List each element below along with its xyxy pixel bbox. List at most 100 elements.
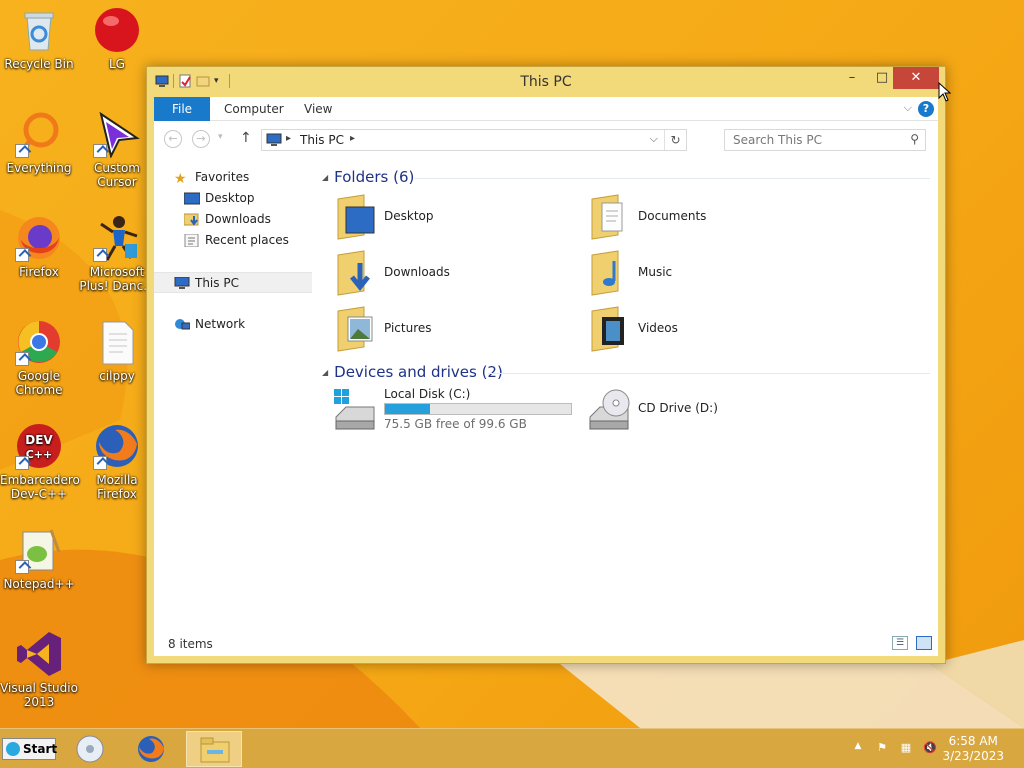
desktop-icon: [184, 192, 200, 205]
mouse-pointer-icon: [938, 82, 952, 102]
close-button[interactable]: ✕: [893, 67, 939, 89]
collapse-triangle-icon: ◢: [322, 368, 329, 377]
help-icon[interactable]: ?: [918, 101, 934, 117]
media-player-icon: [76, 735, 104, 763]
desktop-icon-cilppy[interactable]: cilppy: [78, 318, 156, 383]
search-input[interactable]: Search This PC ⚲: [724, 129, 926, 151]
refresh-icon[interactable]: ↻: [664, 130, 686, 150]
shortcut-arrow-icon: [15, 560, 29, 574]
address-dropdown-icon[interactable]: ⌵: [650, 132, 658, 146]
desktop-icon-lg[interactable]: LG: [78, 6, 156, 71]
desktop-icon-firefox[interactable]: Firefox: [0, 214, 78, 279]
desktop-icon-label: Everything: [6, 161, 72, 175]
file-explorer-icon: [200, 737, 230, 763]
folder-pictures[interactable]: Pictures: [334, 305, 574, 357]
clock-time: 6:58 AM: [948, 734, 998, 748]
back-button[interactable]: ←: [164, 130, 182, 148]
local-disk-icon: [334, 389, 375, 430]
start-orb-icon: [6, 742, 20, 756]
tab-view[interactable]: View: [292, 97, 344, 121]
shortcut-arrow-icon: [93, 144, 107, 158]
nav-this-pc[interactable]: This PC: [154, 272, 312, 293]
desktop-icon-label: Google Chrome: [15, 369, 63, 397]
firefox-icon: [138, 736, 164, 762]
desktop-icon-recycle-bin[interactable]: Recycle Bin: [0, 6, 78, 71]
nav-downloads[interactable]: Downloads: [154, 209, 312, 230]
recent-locations-chevron-icon[interactable]: ▾: [218, 132, 223, 142]
desktop-icon-dev-cpp[interactable]: DEV C++ Embarcadero Dev-C++: [0, 422, 80, 501]
folder-desktop[interactable]: Desktop: [334, 193, 574, 245]
desktop-icon-label: cilppy: [99, 369, 135, 383]
desktop-icon-microsoft-plus[interactable]: Microsoft Plus! Danc...: [78, 214, 156, 293]
disk-usage-fill: [385, 404, 430, 414]
title-bar[interactable]: ▾ This PC – □ ✕: [147, 67, 945, 97]
taskbar-media-player[interactable]: [62, 731, 118, 767]
action-center-flag-icon[interactable]: ⚑: [874, 741, 890, 755]
explorer-window: ▾ This PC – □ ✕ File Computer View ⌵ ? ←…: [146, 66, 946, 664]
tab-file[interactable]: File: [154, 97, 210, 121]
forward-button[interactable]: →: [192, 130, 210, 148]
desktop-icon-visual-studio[interactable]: Visual Studio 2013: [0, 630, 78, 709]
drive-label: CD Drive (D:): [638, 401, 718, 415]
documents-folder-icon: [591, 194, 623, 240]
shortcut-arrow-icon: [15, 456, 29, 470]
folder-videos[interactable]: Videos: [588, 305, 828, 357]
details-view-icon[interactable]: ☰: [892, 636, 908, 650]
shortcut-arrow-icon: [93, 248, 107, 262]
desktop-icon-everything[interactable]: Everything: [0, 110, 78, 175]
volume-muted-icon[interactable]: 🔇: [922, 741, 938, 755]
section-divider: [488, 373, 930, 374]
svg-text:DEV: DEV: [25, 433, 53, 447]
folder-downloads[interactable]: Downloads: [334, 249, 574, 301]
folders-section-header[interactable]: ◢ Folders (6): [322, 168, 414, 186]
desktop-icon-notepad-plus-plus[interactable]: Notepad++: [0, 526, 78, 591]
address-bar[interactable]: ▸ This PC ▸ ⌵ ↻: [261, 129, 687, 151]
taskbar: Start ▲ ⚑ ▦ 🔇 6:58 AM 3/23/2023: [0, 728, 1024, 768]
search-icon[interactable]: ⚲: [910, 132, 919, 146]
music-folder-icon: [591, 250, 619, 296]
breadcrumb-chevron-icon[interactable]: ▸: [350, 133, 355, 144]
folder-label: Documents: [638, 209, 707, 223]
desktop-icon-mozilla-firefox[interactable]: Mozilla Firefox: [78, 422, 156, 501]
content-area: ★ Favorites Desktop Downloads Recent pla…: [154, 157, 938, 656]
nav-label: Downloads: [205, 212, 271, 226]
network-tray-icon[interactable]: ▦: [898, 741, 914, 755]
disk-usage-bar: [384, 403, 572, 415]
visual-studio-icon: [17, 632, 61, 676]
desktop-icon-label: Microsoft Plus! Danc...: [79, 265, 155, 293]
show-hidden-icons-icon[interactable]: ▲: [850, 741, 866, 755]
nav-desktop[interactable]: Desktop: [154, 188, 312, 209]
taskbar-file-explorer[interactable]: [186, 731, 242, 767]
start-button[interactable]: Start: [2, 738, 58, 760]
folder-music[interactable]: Music: [588, 249, 828, 301]
this-pc-icon: [266, 133, 282, 146]
devices-section-header[interactable]: ◢ Devices and drives (2): [322, 363, 503, 381]
videos-folder-icon: [591, 306, 624, 352]
start-label: Start: [23, 742, 58, 756]
folder-label: Downloads: [384, 265, 450, 279]
up-arrow-icon[interactable]: ↑: [240, 130, 252, 146]
folder-label: Desktop: [384, 209, 434, 223]
nav-recent-places[interactable]: Recent places: [154, 230, 312, 251]
expand-ribbon-chevron-icon[interactable]: ⌵: [904, 101, 912, 115]
taskbar-firefox[interactable]: [124, 731, 180, 767]
item-count: 8 items: [168, 637, 213, 651]
desktop-icon-custom-cursor[interactable]: Custom Cursor: [78, 110, 156, 189]
tab-computer[interactable]: Computer: [212, 97, 296, 121]
desktop-icon-google-chrome[interactable]: Google Chrome: [0, 318, 78, 397]
large-icons-view-icon[interactable]: [916, 636, 932, 650]
breadcrumb-this-pc[interactable]: This PC: [300, 133, 344, 147]
minimize-button[interactable]: –: [837, 67, 867, 89]
desktop-icon-label: Embarcadero Dev-C++: [0, 473, 80, 501]
drive-local-disk-c[interactable]: Local Disk (C:) 75.5 GB free of 99.6 GB: [332, 387, 582, 439]
section-title: Devices and drives (2): [334, 363, 503, 381]
svg-text:C++: C++: [26, 448, 53, 461]
desktop-folder-icon: [337, 194, 375, 240]
drive-cd-d[interactable]: CD Drive (D:): [586, 387, 836, 439]
folder-documents[interactable]: Documents: [588, 193, 828, 245]
clock[interactable]: 6:58 AM 3/23/2023: [942, 734, 1004, 764]
recycle-bin-icon: [24, 12, 54, 51]
nav-network[interactable]: Network: [154, 314, 312, 335]
nav-favorites[interactable]: ★ Favorites: [154, 167, 312, 188]
collapse-triangle-icon: ◢: [322, 173, 329, 182]
